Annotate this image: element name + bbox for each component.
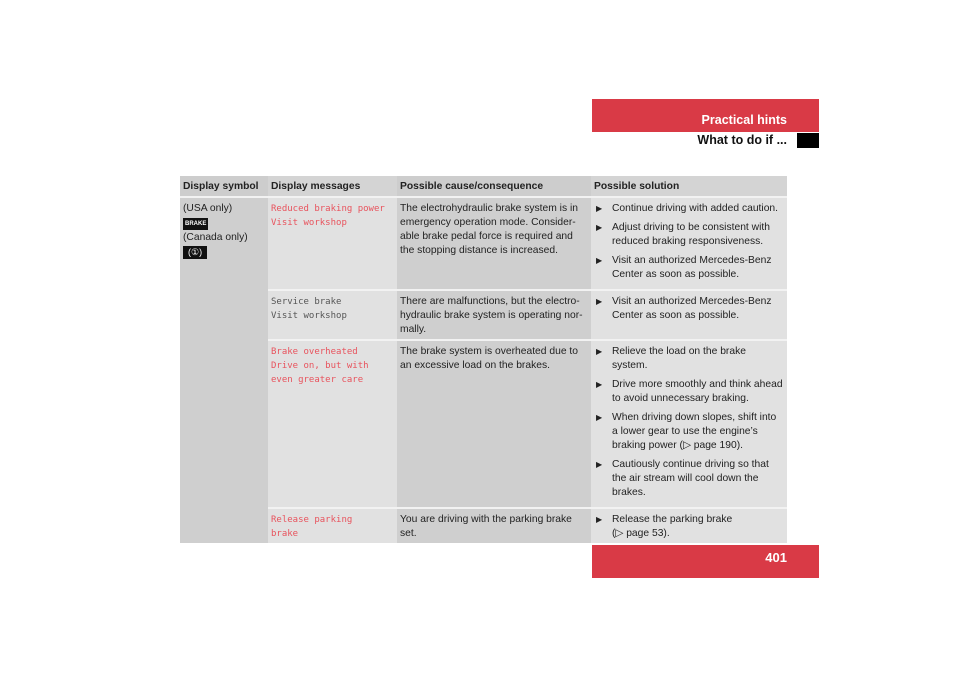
solution-item: ▶ Relieve the load on the brake system. bbox=[594, 345, 784, 373]
solution-text: Release the parking brake (▷ page 53). bbox=[612, 514, 733, 539]
solution-text: Drive more smoothly and think ahead to a… bbox=[612, 379, 783, 404]
display-message: Service brake Visit workshop bbox=[268, 289, 397, 340]
display-message: Release parking brake bbox=[268, 507, 397, 543]
solution-item: ▶ Adjust driving to be consistent with re… bbox=[594, 221, 784, 249]
solution-item: ▶ Cautiously continue driving so that the… bbox=[594, 458, 784, 500]
section-title: Practical hints bbox=[701, 113, 787, 127]
solution-item: ▶ When driving down slopes, shift into a … bbox=[594, 411, 784, 453]
solution-item: ▶ Continue driving with added caution. bbox=[594, 202, 784, 216]
solution-text: Visit an authorized Mercedes-Benz Center… bbox=[612, 255, 772, 280]
subsection-title: What to do if ... bbox=[697, 133, 787, 147]
solution-cell: ▶ Continue driving with added caution. ▶ A… bbox=[591, 196, 787, 290]
table-row: Service brake Visit workshop There are m… bbox=[180, 289, 787, 340]
solution-item: ▶ Release the parking brake (▷ page 53). bbox=[594, 513, 784, 541]
display-symbol-cell: (USA only) BRAKE (Canada only) (①) bbox=[180, 196, 268, 543]
brake-warning-icon: BRAKE bbox=[183, 218, 209, 230]
solution-cell: ▶ Relieve the load on the brake system. ▶… bbox=[591, 339, 787, 508]
column-header: Display symbol bbox=[180, 176, 268, 197]
solution-text: Adjust driving to be consistent with red… bbox=[612, 222, 770, 247]
section-header-bar: Practical hints bbox=[592, 99, 819, 132]
usa-label: (USA only) bbox=[183, 203, 233, 214]
canada-label: (Canada only) bbox=[183, 232, 248, 243]
solution-text: Continue driving with added caution. bbox=[612, 203, 779, 214]
solution-text: Relieve the load on the brake system. bbox=[612, 346, 746, 371]
arrow-bullet-icon: ▶ bbox=[596, 256, 603, 265]
arrow-bullet-icon: ▶ bbox=[596, 413, 603, 422]
arrow-bullet-icon: ▶ bbox=[596, 380, 603, 389]
solution-text: Cautiously continue driving so that the … bbox=[612, 459, 769, 498]
cause-text: The brake system is overheated due to an… bbox=[397, 339, 591, 508]
solution-item: ▶ Visit an authorized Mercedes-Benz Cente… bbox=[594, 254, 784, 282]
table-row: Release parking brake You are driving wi… bbox=[180, 507, 787, 543]
arrow-bullet-icon: ▶ bbox=[596, 223, 603, 232]
cause-text: The electrohydraulic brake system is in … bbox=[397, 196, 591, 290]
arrow-bullet-icon: ▶ bbox=[596, 347, 603, 356]
arrow-bullet-icon: ▶ bbox=[596, 297, 603, 306]
arrow-bullet-icon: ▶ bbox=[596, 204, 603, 213]
table-row: (USA only) BRAKE (Canada only) (①) Reduc… bbox=[180, 196, 787, 543]
brake-circle-warning-icon: (①) bbox=[183, 246, 208, 259]
page-number: 401 bbox=[765, 550, 787, 565]
solution-item: ▶ Visit an authorized Mercedes-Benz Cente… bbox=[594, 295, 784, 323]
table-header-row: Display symbol Display messages Possible… bbox=[180, 176, 787, 197]
solution-cell: ▶ Release the parking brake (▷ page 53). bbox=[591, 507, 787, 543]
display-message: Brake overheated Drive on, but with even… bbox=[268, 339, 397, 508]
brake-messages-table: Display symbol Display messages Possible… bbox=[180, 176, 787, 543]
solution-text: Visit an authorized Mercedes-Benz Center… bbox=[612, 296, 772, 321]
solution-item: ▶ Drive more smoothly and think ahead to … bbox=[594, 378, 784, 406]
table-row: Brake overheated Drive on, but with even… bbox=[180, 339, 787, 508]
cause-text: There are malfunctions, but the electro-… bbox=[397, 289, 591, 340]
page-number-box: 401 bbox=[592, 545, 819, 578]
display-message: Reduced braking power Visit workshop bbox=[268, 196, 397, 290]
column-header: Display messages bbox=[268, 176, 397, 197]
column-header: Possible cause/consequence bbox=[397, 176, 591, 197]
solution-text: When driving down slopes, shift into a l… bbox=[612, 412, 777, 451]
arrow-bullet-icon: ▶ bbox=[596, 460, 603, 469]
solution-cell: ▶ Visit an authorized Mercedes-Benz Cente… bbox=[591, 289, 787, 340]
arrow-bullet-icon: ▶ bbox=[596, 515, 603, 524]
cause-text: You are driving with the parking brake s… bbox=[397, 507, 591, 543]
column-header: Possible solution bbox=[591, 176, 787, 197]
header-tab-marker bbox=[797, 133, 819, 148]
